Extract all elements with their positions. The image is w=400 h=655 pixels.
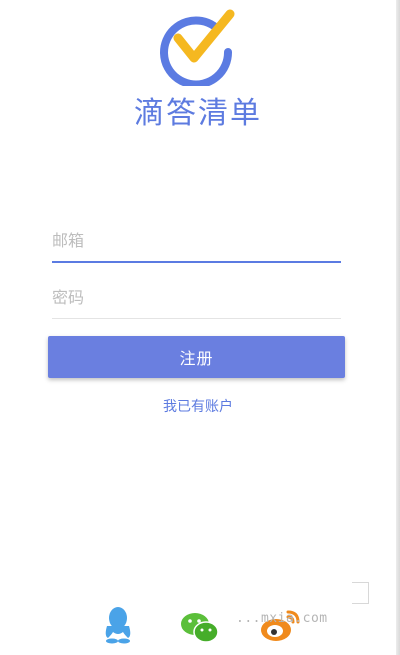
app-name: 滴答清单 (134, 96, 262, 131)
watermark-text: ...mxia.com (236, 611, 328, 626)
watermark-frame (352, 582, 369, 604)
wechat-icon[interactable] (178, 606, 222, 646)
register-button[interactable]: 注册 (48, 336, 345, 378)
qq-icon[interactable] (96, 604, 140, 644)
have-account-link[interactable]: 我已有账户 (0, 396, 396, 416)
app-logo-icon (160, 9, 235, 86)
email-input[interactable] (52, 223, 341, 263)
right-edge-divider (396, 0, 400, 655)
register-screen: 滴答清单 注册 我已有账户 ...mxia.com (0, 0, 400, 655)
password-input[interactable] (52, 280, 341, 319)
